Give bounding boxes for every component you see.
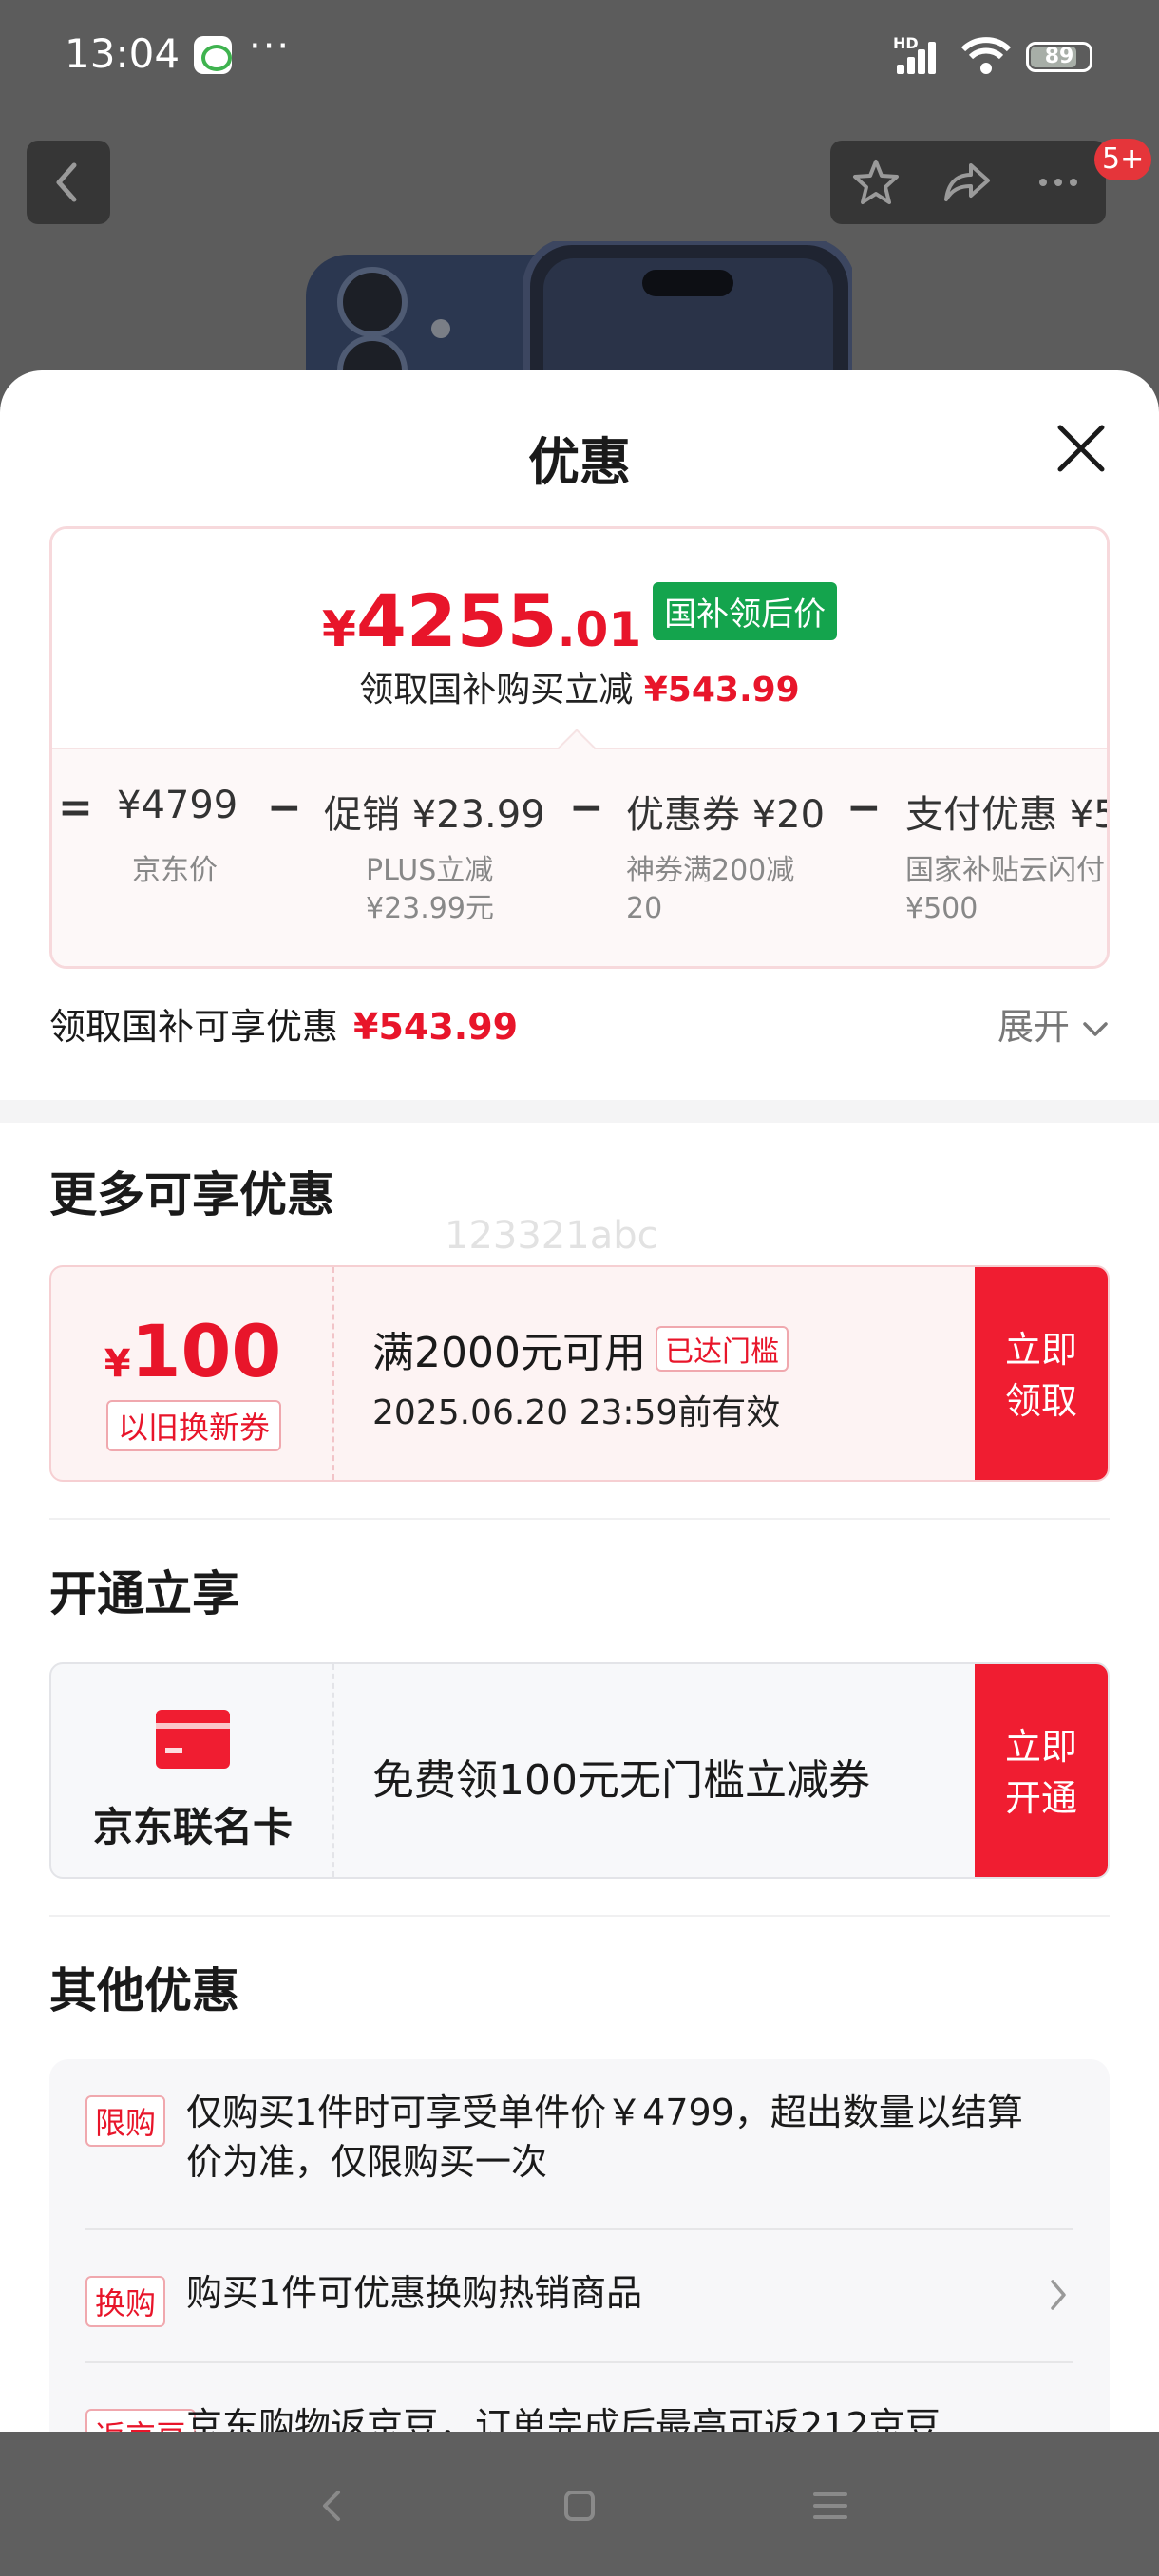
credit-card-icon	[156, 1710, 230, 1769]
watermark: 123321abc	[445, 1214, 658, 1258]
section-title-open: 开通立享	[49, 1566, 239, 1621]
trade-in-coupon: ¥100 以旧换新券 满2000元可用 已达门槛 2025.06.20 23:59…	[49, 1265, 1110, 1482]
other-offers-list: 限购 仅购买1件时可享受单件价￥4799，超出数量以结算价为准，仅限购买一次 换…	[49, 2059, 1110, 2432]
coupon-amount: ¥100	[104, 1309, 282, 1393]
card-name: 京东联名卡	[92, 1804, 293, 1850]
offer-tag: 限购	[86, 2095, 166, 2147]
sheet-title: 优惠	[528, 432, 631, 492]
price-tag: 国补领后价	[653, 582, 838, 640]
divider	[49, 1518, 1110, 1520]
message-badge: 5+	[1094, 139, 1152, 180]
product-header: 5+	[0, 114, 1159, 380]
formula-desc: 京东价	[132, 854, 218, 887]
price-subtitle: 领取国补购买立减 ¥543.99	[359, 671, 800, 710]
signal-icon	[897, 38, 946, 74]
formula-value: 促销 ¥23.99	[324, 793, 545, 837]
coupon-condition: 满2000元可用 已达门槛	[372, 1318, 788, 1379]
threshold-tag: 已达门槛	[655, 1326, 788, 1372]
offer-tag: 返京豆	[86, 2409, 197, 2432]
divider	[49, 1915, 1110, 1917]
nav-home-icon[interactable]	[553, 2479, 606, 2532]
formula-operator: −	[569, 784, 604, 832]
formula-value: ¥4799	[117, 784, 238, 827]
close-icon[interactable]	[1054, 422, 1108, 475]
more-icon[interactable]	[1032, 156, 1085, 209]
battery-icon: 89	[1026, 42, 1092, 72]
offer-text: 京东购物返京豆，订单完成后最高可返212京豆	[186, 2405, 941, 2432]
card-offer-desc: 免费领100元无门槛立减券	[372, 1756, 870, 1805]
formula-value: 优惠券 ¥20	[626, 793, 826, 837]
price-summary-card: ¥4255.01 国补领后价 领取国补购买立减 ¥543.99 = ¥4799 京…	[49, 526, 1110, 969]
status-bar: 13:04 ··· HD 89	[0, 0, 1159, 114]
offer-text: 仅购买1件时可享受单件价￥4799，超出数量以结算价为准，仅限购买一次	[186, 2092, 1023, 2183]
chevron-right-icon	[1051, 2280, 1066, 2310]
battery-level: 89	[1044, 45, 1074, 68]
section-title-others: 其他优惠	[49, 1963, 239, 2018]
offer-text: 购买1件可优惠换购热销商品	[186, 2272, 643, 2314]
nav-back-icon[interactable]	[306, 2479, 359, 2532]
formula-desc: PLUS立减 ¥23.99元	[366, 854, 494, 925]
expand-button[interactable]: 展开	[998, 997, 1110, 1050]
formula-desc: 神券满200减 20	[626, 854, 795, 925]
formula-value: 支付优惠 ¥500	[905, 793, 1107, 837]
discount-total: 领取国补可享优惠 ¥543.99	[49, 1006, 519, 1048]
co-brand-card-offer: 京东联名卡 免费领100元无门槛立减券 立即 开通	[49, 1662, 1110, 1879]
offer-tag: 换购	[86, 2276, 166, 2327]
formula-operator: −	[267, 784, 302, 832]
wechat-icon	[194, 36, 232, 74]
formula-operator: =	[58, 784, 93, 832]
formula-desc: 国家补贴云闪付 ¥500	[905, 854, 1105, 925]
final-price: ¥4255.01 国补领后价	[52, 578, 1107, 663]
nav-menu-icon[interactable]	[804, 2479, 857, 2532]
star-icon[interactable]	[849, 156, 902, 209]
system-nav-bar	[0, 2432, 1159, 2576]
status-time: 13:04	[65, 30, 180, 77]
formula-operator: −	[846, 784, 882, 832]
discount-sheet: 优惠 ¥4255.01 国补领后价 领取国补购买立减 ¥543.99 = ¥479…	[0, 370, 1159, 2432]
action-bar	[830, 141, 1106, 224]
coupon-type: 以旧换新券	[106, 1400, 282, 1451]
section-divider	[0, 1100, 1159, 1123]
wifi-icon	[960, 37, 1012, 74]
chevron-left-icon	[56, 162, 77, 202]
open-card-button[interactable]: 立即 开通	[975, 1664, 1108, 1877]
coupon-validity: 2025.06.20 23:59前有效	[372, 1393, 781, 1432]
section-title-more: 更多可享优惠	[49, 1167, 334, 1222]
product-image	[306, 241, 852, 380]
chevron-down-icon	[1083, 1022, 1108, 1036]
claim-coupon-button[interactable]: 立即 领取	[975, 1267, 1108, 1480]
back-button[interactable]	[27, 141, 110, 224]
share-icon[interactable]	[940, 156, 994, 209]
more-notifications-icon: ···	[249, 25, 292, 68]
